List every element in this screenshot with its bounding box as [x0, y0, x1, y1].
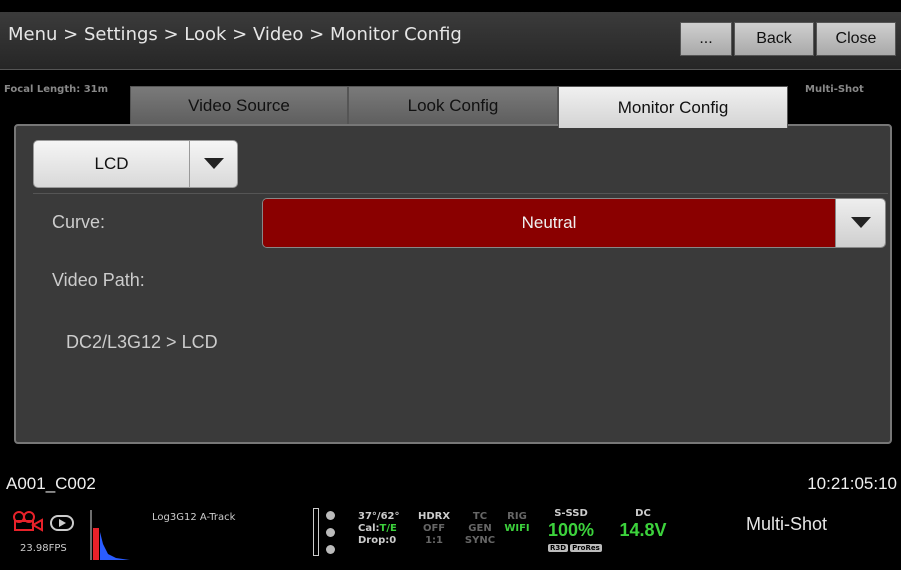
rig-label: RIG [507, 511, 527, 522]
power-value: 14.8V [619, 520, 667, 540]
video-path-label: Video Path: [52, 270, 145, 290]
curve-label: Curve: [52, 212, 106, 232]
hdrx-label: HDRX [418, 511, 451, 522]
timecode: 10:21:05:10 [807, 474, 897, 493]
sync-label: SYNC [464, 535, 496, 546]
tab-monitor-config[interactable]: Monitor Config [558, 86, 788, 128]
curve-value: Neutral [263, 199, 835, 247]
audio-meter [313, 508, 319, 556]
look-label: Log3G12 A-Track [152, 512, 236, 523]
curve-dropdown[interactable]: Neutral [262, 198, 886, 248]
monitor-select-dropdown[interactable]: LCD [33, 140, 238, 188]
more-button[interactable]: ... [680, 22, 732, 56]
chevron-down-icon[interactable] [189, 141, 237, 187]
playback-icon[interactable] [50, 515, 74, 535]
breadcrumb: Menu > Settings > Look > Video > Monitor… [8, 24, 462, 45]
tc-state: GEN [468, 523, 492, 534]
video-path-value: DC2/L3G12 > LCD [66, 332, 218, 352]
monitor-select-value: LCD [94, 154, 129, 173]
media-value: 100% [548, 520, 595, 540]
tc-label: TC [472, 511, 488, 522]
wifi-label: WIFI [504, 523, 530, 534]
clip-name: A001_C002 [6, 474, 96, 493]
hdrx-ratio: 1:1 [425, 535, 443, 546]
cal-readout: Cal:T/E [358, 523, 397, 534]
temp-readout: 37°/62° [358, 511, 400, 522]
indicator-dot [326, 511, 335, 520]
divider [33, 193, 888, 194]
media-format-badges: R3D ProRes [548, 544, 602, 552]
fps-label: 23.98FPS [20, 543, 67, 554]
mode-label[interactable]: Multi-Shot [746, 514, 827, 535]
indicator-dot [326, 545, 335, 554]
close-button[interactable]: Close [816, 22, 896, 56]
camera-record-icon[interactable] [12, 510, 46, 536]
multishot-tag: Multi-Shot [805, 84, 864, 95]
indicator-dot [326, 528, 335, 537]
back-button[interactable]: Back [734, 22, 814, 56]
histogram [90, 510, 148, 560]
power-label: DC [635, 508, 651, 519]
media-label: S-SSD [554, 508, 588, 519]
drop-readout: Drop:0 [358, 535, 397, 546]
chevron-down-icon[interactable] [835, 199, 885, 247]
hdrx-state: OFF [422, 523, 446, 534]
tab-look-config[interactable]: Look Config [348, 86, 558, 126]
tab-video-source[interactable]: Video Source [130, 86, 348, 126]
focal-length-label: Focal Length: 31m [4, 84, 109, 95]
